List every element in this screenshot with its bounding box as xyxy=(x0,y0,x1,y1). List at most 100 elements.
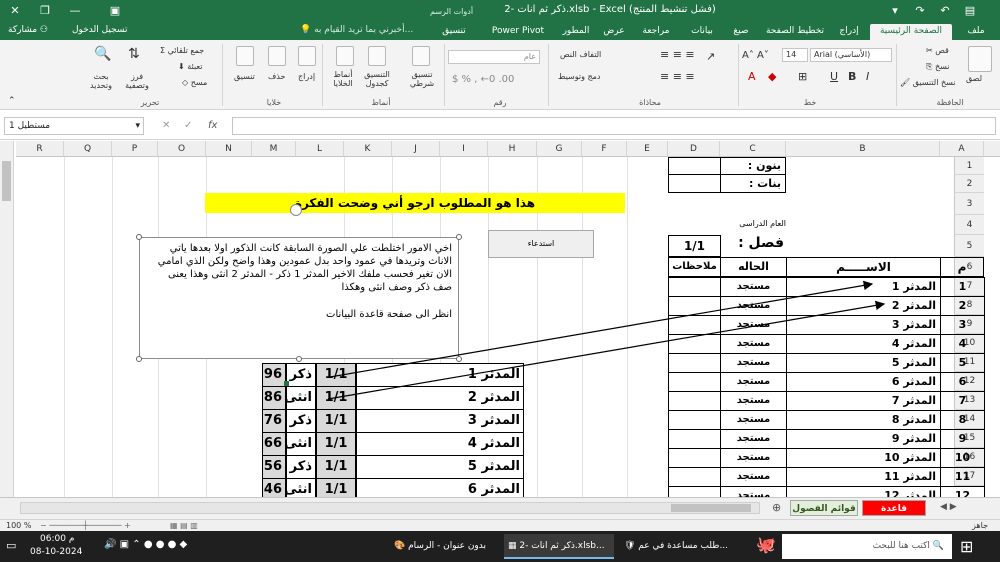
sign-in-link[interactable]: تسجيل الدخول xyxy=(72,25,127,35)
ribbon: لصق ✂ قص ⎘ نسخ 🖌 نسخ التنسيق الحافظة Ari… xyxy=(0,40,1000,110)
delete-cells-button[interactable]: حذف xyxy=(268,72,285,81)
scroll-thumb[interactable] xyxy=(2,161,11,201)
font-size-select[interactable]: 14 xyxy=(782,48,808,62)
clear-button[interactable]: ◇ مسح xyxy=(182,78,207,87)
hscroll-thumb[interactable] xyxy=(671,504,751,512)
zoom-level[interactable]: 100 % xyxy=(6,521,31,530)
align-top-icons[interactable]: ≡ ≡ ≡ xyxy=(660,48,695,61)
cut-button[interactable]: ✂ قص xyxy=(926,46,949,55)
sort-filter-button[interactable]: فرز وتصفية xyxy=(122,72,152,90)
group-separator xyxy=(548,44,549,106)
name-box[interactable]: مستطيل 1 ▾ xyxy=(4,117,144,135)
tab-developer[interactable]: المطور xyxy=(558,24,594,40)
fill-handle[interactable] xyxy=(284,381,289,386)
sheet-tab-database[interactable]: قاعدة البيانات xyxy=(862,500,926,530)
title-bar: ✕ ❐ — ▣ أدوات الرسم ذكر ثم انات -2.xlsb … xyxy=(0,0,1000,22)
format-as-table-button[interactable]: التنسيق كجدول xyxy=(356,70,398,88)
insert-function-icon[interactable]: fx xyxy=(208,120,217,131)
conditional-format-icon[interactable] xyxy=(412,46,430,66)
find-icon[interactable]: 🔍 xyxy=(94,46,111,62)
insert-cells-button[interactable]: إدراج xyxy=(298,72,315,81)
merge-center-button[interactable]: دمج وتوسيط xyxy=(558,72,601,81)
paste-icon[interactable] xyxy=(968,46,992,72)
format-as-table-icon[interactable] xyxy=(368,46,386,66)
minimize-window-icon[interactable]: — xyxy=(60,0,90,22)
copy-button[interactable]: ⎘ نسخ xyxy=(926,62,949,72)
formula-bar: مستطيل 1 ▾ ✕ ✓ fx xyxy=(0,112,1000,140)
ribbon-display-icon[interactable]: ▣ xyxy=(100,0,130,22)
paste-button[interactable]: لصق xyxy=(966,74,982,83)
font-color-icon[interactable]: A xyxy=(748,70,756,83)
taskbar-app-excel[interactable]: ▦ ذكر ثم انات -2.xlsb... xyxy=(504,534,614,559)
number-format-icons[interactable]: $ % , ←0 .00 xyxy=(452,74,514,85)
format-cells-icon[interactable] xyxy=(236,46,254,66)
group-label-number: رقم xyxy=(493,98,507,107)
taskbar-app-browser[interactable]: 🛡 طلب مساعدة في عم... xyxy=(620,534,744,559)
number-format-select[interactable]: عام xyxy=(448,50,540,64)
window-title: ذكر ثم انات -2.xlsb - Excel (فشل تنشيط ا… xyxy=(504,4,716,15)
borders-icon[interactable]: ⊞ xyxy=(798,70,807,83)
align-left-icons[interactable]: ≡ ≡ ≡ xyxy=(660,70,695,83)
tab-insert[interactable]: إدراج xyxy=(834,24,864,40)
worksheet-grid[interactable]: A B C D E F G H I J K L M N O P Q R 1 2 … xyxy=(0,141,1000,497)
orientation-icon[interactable]: ↗ xyxy=(706,50,715,63)
sheet-nav-icons[interactable]: ◀ ▶ xyxy=(940,502,957,512)
horizontal-scrollbar[interactable] xyxy=(20,502,760,514)
tell-me-box[interactable]: 💡 أخبرني بما تريد القيام به... xyxy=(300,25,413,35)
zoom-slider[interactable]: − ───────┼─────── + xyxy=(40,521,131,530)
collapse-ribbon-icon[interactable]: ⌃ xyxy=(8,96,16,106)
font-name-select[interactable]: Arial (الأساسي) xyxy=(810,48,892,62)
add-sheet-icon[interactable]: ⊕ xyxy=(772,501,781,514)
cell-styles-button[interactable]: أنماط الخلايا xyxy=(326,70,360,88)
cancel-formula-icon[interactable]: ✕ xyxy=(162,120,170,131)
save-icon[interactable]: ▤ xyxy=(955,0,985,22)
tab-power-pivot[interactable]: Power Pivot xyxy=(486,24,550,40)
notification-icon[interactable]: ▭ xyxy=(6,539,16,552)
restore-window-icon[interactable]: ❐ xyxy=(30,0,60,22)
underline-icon[interactable]: U xyxy=(830,70,838,83)
sort-icon[interactable]: ⇅ xyxy=(128,46,140,62)
context-tab-label: أدوات الرسم xyxy=(430,7,474,16)
italic-icon[interactable]: I xyxy=(866,70,869,83)
cortana-character-icon[interactable]: 🐙 xyxy=(756,535,776,554)
view-buttons-icons[interactable]: ▦ ▤ ▥ xyxy=(170,521,198,530)
format-painter-button[interactable]: 🖌 نسخ التنسيق xyxy=(900,78,955,87)
fill-button[interactable]: ⬇ تعبئة xyxy=(178,62,202,71)
font-grow-shrink-icon[interactable]: A˄ A˅ xyxy=(742,50,769,61)
taskbar-search-box[interactable]: 🔍 اكتب هنا للبحث xyxy=(782,534,952,559)
format-cells-button[interactable]: تنسيق xyxy=(234,72,255,81)
sheet-tab-class-lists[interactable]: قوائم الفصول xyxy=(790,500,858,516)
close-window-icon[interactable]: ✕ xyxy=(0,0,30,22)
tab-page-layout[interactable]: تخطيط الصفحة xyxy=(764,24,826,40)
tab-review[interactable]: مراجعة xyxy=(636,24,676,40)
system-tray-icons[interactable]: 🔊 ▣ ⌃ ● ● ● ◆ xyxy=(104,539,187,550)
taskbar-app-paint[interactable]: 🎨 بدون عنوان - الرسام xyxy=(390,534,500,559)
conditional-format-button[interactable]: تنسيق شرطي xyxy=(400,70,444,88)
tab-formulas[interactable]: صيغ xyxy=(728,24,754,40)
taskbar-date[interactable]: 08-10-2024 xyxy=(30,547,82,557)
share-button[interactable]: مشاركة ⚇ xyxy=(8,25,48,35)
windows-taskbar: ⊞ 🔍 اكتب هنا للبحث 🐙 🛡 طلب مساعدة في عم.… xyxy=(0,531,1000,562)
fill-color-icon[interactable]: ◆ xyxy=(768,70,776,83)
insert-cells-icon[interactable] xyxy=(298,46,316,66)
autosum-button[interactable]: Σ جمع تلقائي xyxy=(160,46,204,55)
formula-input[interactable] xyxy=(232,117,996,135)
taskbar-time[interactable]: 06:00 م xyxy=(40,534,74,544)
group-separator xyxy=(322,44,323,106)
tab-home[interactable]: الصفحة الرئيسية xyxy=(870,24,952,40)
tab-data[interactable]: بيانات xyxy=(684,24,720,40)
wrap-text-button[interactable]: التفاف النص xyxy=(560,50,601,59)
windows-start-icon[interactable]: ⊞ xyxy=(960,537,973,556)
bold-icon[interactable]: B xyxy=(848,70,856,83)
cell-styles-icon[interactable] xyxy=(336,46,354,66)
tab-file[interactable]: ملف xyxy=(960,24,992,40)
tab-view[interactable]: عرض xyxy=(600,24,628,40)
delete-cells-icon[interactable] xyxy=(268,46,286,66)
find-select-button[interactable]: بحث وتحديد xyxy=(86,72,116,90)
tab-format[interactable]: تنسيق xyxy=(432,24,476,40)
enter-formula-icon[interactable]: ✓ xyxy=(184,120,192,131)
group-separator xyxy=(444,44,445,106)
status-bar: جاهز 100 % − ───────┼─────── + ▦ ▤ ▥ xyxy=(0,519,1000,531)
connector-arrows xyxy=(327,280,886,400)
vertical-scrollbar[interactable] xyxy=(0,141,14,497)
